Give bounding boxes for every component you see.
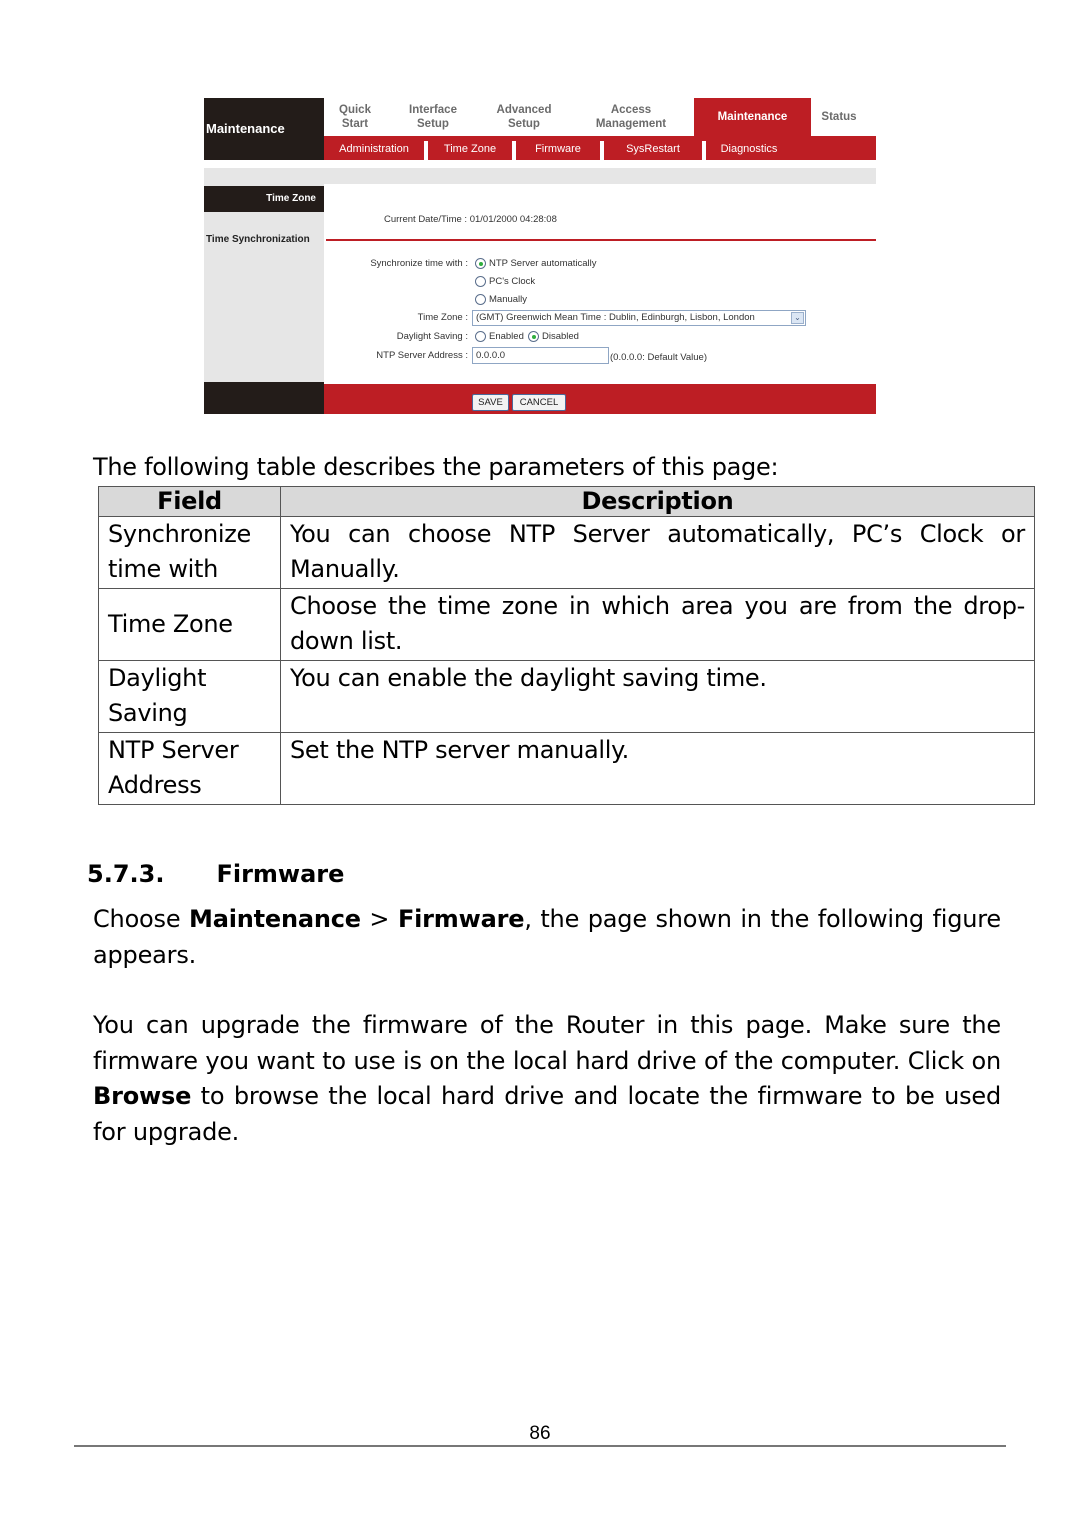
table-row: Daylight Saving You can enable the dayli…	[98, 660, 1035, 733]
subtab-firmware[interactable]: Firmware	[516, 139, 600, 160]
radio-label: NTP Server automatically	[489, 258, 597, 269]
router-gray-bar	[204, 168, 876, 184]
radio-button[interactable]	[475, 294, 486, 305]
radio-label: Disabled	[542, 331, 579, 342]
radio-ntp-auto[interactable]: NTP Server automatically	[475, 258, 597, 269]
description-cell: Choose the time zone in which area you a…	[280, 588, 1035, 661]
tab-status[interactable]: Status	[811, 98, 867, 136]
field-cell: Synchronize time with	[98, 516, 281, 589]
tab-label: Interface	[409, 104, 457, 116]
text: to browse the local hard drive and locat…	[93, 1082, 1001, 1146]
table-intro-text: The following table describes the parame…	[93, 453, 779, 481]
section-divider	[326, 239, 876, 241]
tab-label: Management	[595, 118, 667, 130]
paragraph-navigation: Choose Maintenance > Firmware, the page …	[93, 902, 1001, 973]
tab-label: Quick	[339, 104, 371, 116]
ntp-address-input[interactable]: 0.0.0.0	[472, 347, 609, 364]
save-button[interactable]: SAVE	[472, 394, 509, 411]
current-datetime-value: 01/01/2000 04:28:08	[469, 214, 557, 225]
router-footer-left	[204, 382, 324, 414]
tab-access-management[interactable]: Access Management	[574, 98, 688, 136]
radio-button[interactable]	[475, 276, 486, 287]
browse-keyword: Browse	[93, 1082, 192, 1110]
timezone-label: Time Zone :	[417, 312, 468, 323]
table-row: Time Zone Choose the time zone in which …	[98, 588, 1035, 661]
page-number: 86	[529, 1423, 551, 1444]
router-footer-bar: SAVE CANCEL	[324, 384, 876, 414]
section-title: Firmware	[216, 860, 345, 888]
tab-label: Advanced	[496, 104, 552, 116]
radio-label: Enabled	[489, 331, 524, 342]
subtab-diagnostics[interactable]: Diagnostics	[706, 139, 792, 160]
subtab-sysrestart[interactable]: SysRestart	[604, 139, 702, 160]
current-datetime-label: Current Date/Time :	[384, 214, 468, 225]
tab-interface-setup[interactable]: Interface Setup	[392, 98, 474, 136]
paragraph-upgrade: You can upgrade the firmware of the Rout…	[93, 1008, 1001, 1150]
table-header-row: Field Description	[98, 486, 1035, 517]
radio-button-checked[interactable]	[475, 258, 486, 269]
radio-manually[interactable]: Manually	[475, 294, 527, 305]
radio-pc-clock[interactable]: PC's Clock	[475, 276, 535, 287]
section-header-time-zone: Time Zone	[204, 186, 324, 212]
router-top-nav: Quick Start Interface Setup Advanced Set…	[324, 98, 876, 136]
field-cell: Daylight Saving	[98, 660, 281, 733]
tab-label: Maintenance	[717, 111, 788, 123]
radio-daylight-disabled[interactable]: Disabled	[528, 331, 579, 342]
tab-advanced-setup[interactable]: Advanced Setup	[480, 98, 568, 136]
router-sub-nav: Administration Time Zone Firmware SysRes…	[324, 136, 876, 160]
ntp-address-label: NTP Server Address :	[376, 350, 468, 361]
tab-quick-start[interactable]: Quick Start	[324, 98, 386, 136]
section-number: 5.7.3.	[87, 860, 165, 888]
parameters-table: Field Description Synchronize time with …	[98, 486, 1035, 805]
radio-button-checked[interactable]	[528, 331, 539, 342]
description-cell: You can choose NTP Server automatically,…	[280, 516, 1035, 589]
daylight-label: Daylight Saving :	[396, 331, 468, 342]
router-screenshot: Maintenance Quick Start Interface Setup …	[204, 98, 876, 414]
tab-maintenance[interactable]: Maintenance	[694, 98, 811, 136]
router-left-panel	[204, 184, 324, 382]
timezone-selected-value: (GMT) Greenwich Mean Time : Dublin, Edin…	[476, 312, 755, 323]
cancel-button[interactable]: CANCEL	[512, 394, 566, 411]
timezone-select[interactable]: (GMT) Greenwich Mean Time : Dublin, Edin…	[472, 310, 806, 326]
ntp-address-hint: (0.0.0.0: Default Value)	[610, 352, 707, 363]
footer-divider	[74, 1445, 1006, 1447]
radio-daylight-enabled[interactable]: Enabled	[475, 331, 524, 342]
menu-path-firmware: Firmware	[397, 905, 525, 933]
subtab-time-zone[interactable]: Time Zone	[428, 139, 512, 160]
router-brand-label: Maintenance	[204, 98, 324, 160]
radio-label: PC's Clock	[489, 276, 536, 287]
text: You can upgrade the firmware of the Rout…	[93, 1011, 1001, 1075]
subtab-administration[interactable]: Administration	[324, 139, 424, 160]
current-datetime: Current Date/Time : 01/01/2000 04:28:08	[384, 214, 557, 225]
table-row: Synchronize time with You can choose NTP…	[98, 516, 1035, 589]
field-cell: Time Zone	[98, 588, 281, 661]
tab-label: Start	[341, 118, 369, 130]
tab-label: Access	[610, 104, 652, 116]
tab-label: Setup	[508, 118, 540, 130]
tab-label: Status	[821, 111, 857, 123]
table-row: NTP Server Address Set the NTP server ma…	[98, 732, 1035, 805]
sync-label: Synchronize time with :	[370, 258, 468, 269]
menu-path-maintenance: Maintenance	[189, 905, 361, 933]
header-field: Field	[98, 486, 281, 517]
radio-button[interactable]	[475, 331, 486, 342]
text: Choose	[93, 905, 190, 933]
field-cell: NTP Server Address	[98, 732, 281, 805]
description-cell: You can enable the daylight saving time.	[280, 660, 1035, 733]
header-description: Description	[280, 486, 1035, 517]
text: >	[360, 905, 398, 933]
radio-label: Manually	[489, 294, 528, 305]
section-label-time-sync: Time Synchronization	[206, 234, 310, 245]
tab-label: Setup	[417, 118, 449, 130]
chevron-down-icon[interactable]: ⌄	[791, 312, 804, 324]
description-cell: Set the NTP server manually.	[280, 732, 1035, 805]
section-heading: 5.7.3. Firmware	[87, 860, 344, 888]
